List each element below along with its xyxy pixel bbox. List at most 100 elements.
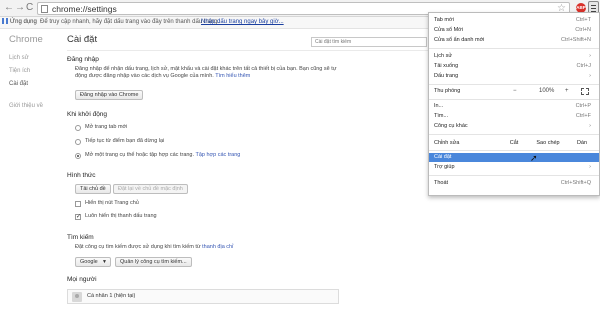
zoom-level: 100% [539, 88, 555, 94]
settings-sidebar: Chrome Lịch sử Tiện ích Cài đặt Giới thi… [0, 29, 55, 309]
settings-search-input[interactable] [311, 37, 427, 47]
reset-theme-button[interactable]: Đặt lại về chủ đề mặc định [113, 184, 188, 194]
page-icon [41, 5, 48, 13]
startup-radio-newtab[interactable] [75, 125, 81, 131]
forward-arrow-icon[interactable]: → [15, 2, 25, 14]
menu-label: Cửa sổ Mới [434, 27, 463, 33]
menu-label: In... [434, 103, 444, 109]
apps-label: Ứng dụng [10, 19, 37, 25]
menu-item-settings[interactable]: Cài đặt [429, 153, 599, 162]
cut-button[interactable]: Cắt [499, 138, 529, 148]
startup-heading: Khi khởi động [67, 111, 108, 118]
menu-shortcut: Ctrl+Shift+Q [560, 180, 591, 186]
chrome-menu: Tab mới Ctrl+T Cửa sổ Mới Ctrl+N Cửa sổ ẩn… [428, 12, 600, 196]
menu-label: Tìm... [434, 113, 449, 119]
menu-item-find[interactable]: Tìm... Ctrl+F [429, 112, 599, 121]
copy-button[interactable]: Sao chép [530, 138, 566, 148]
fullscreen-corner [586, 88, 589, 91]
bookmarks-hint: Để truy cập nhanh, hãy đặt dấu trang vào… [40, 19, 220, 25]
menu-label: Lịch sử [434, 53, 453, 59]
back-arrow-icon[interactable]: ← [4, 2, 14, 14]
submenu-arrow-icon: › [589, 73, 591, 79]
person-list[interactable]: Cá nhân 1 (hiện tại) [67, 289, 339, 304]
startup-option-specific: Mở một trang cụ thể hoặc tập hợp các tra… [85, 152, 240, 159]
signin-button[interactable]: Đăng nhập vào Chrome [75, 90, 144, 100]
menu-label: Công cụ khác [434, 123, 468, 129]
signin-description: Đăng nhập để nhận dấu trang, lịch sử, mậ… [75, 66, 345, 80]
menu-item-more-tools[interactable]: Công cụ khác › [429, 122, 599, 131]
menu-item-print[interactable]: In... Ctrl+P [429, 102, 599, 111]
sidebar-item-history[interactable]: Lịch sử [9, 55, 29, 61]
address-url[interactable]: chrome://settings [52, 3, 117, 15]
submenu-arrow-icon: › [589, 53, 591, 59]
menu-shortcut: Ctrl+J [576, 63, 591, 69]
menu-label: Cửa sổ ẩn danh mới [434, 37, 485, 43]
search-description: Đặt công cụ tìm kiếm được sử dụng khi tì… [75, 244, 233, 251]
menu-item-help[interactable]: Trợ giúp › [429, 163, 599, 172]
get-themes-button[interactable]: Tải chủ đề [75, 184, 111, 194]
menu-separator [429, 134, 599, 135]
show-home-checkbox[interactable] [75, 201, 81, 207]
menu-item-new-tab[interactable]: Tab mới Ctrl+T [429, 16, 599, 25]
menu-separator [429, 150, 599, 151]
fullscreen-corner [586, 92, 589, 95]
show-bookmarks-checkbox[interactable]: ✓ [75, 214, 81, 220]
startup-radio-continue[interactable] [75, 139, 81, 145]
startup-radio-specific[interactable] [75, 153, 81, 159]
menu-item-zoom: Thu phóng − 100% + [429, 87, 599, 96]
zoom-out-button[interactable]: − [513, 87, 517, 96]
chevron-down-icon: ▼ [102, 259, 107, 265]
learn-more-link[interactable]: Tìm hiểu thêm [215, 73, 250, 79]
menu-label: Tab mới [434, 17, 454, 23]
show-home-label: Hiển thị nút Trang chủ [85, 200, 139, 206]
manage-search-engines-button[interactable]: Quản lý công cụ tìm kiếm... [115, 257, 192, 267]
menu-item-history[interactable]: Lịch sử › [429, 52, 599, 61]
set-pages-link[interactable]: Tập hợp các trang [195, 152, 240, 158]
sidebar-item-settings[interactable]: Cài đặt [9, 81, 28, 87]
import-bookmarks-link[interactable]: Nhập dấu trang ngay bây giờ... [201, 17, 284, 28]
menu-label: Chỉnh sửa [434, 140, 460, 146]
sidebar-item-about[interactable]: Giới thiệu về [9, 103, 43, 109]
submenu-arrow-icon: › [589, 123, 591, 129]
signin-line2: được đăng nhập vào các dịch vụ Google củ… [88, 73, 214, 79]
sidebar-item-extensions[interactable]: Tiện ích [9, 68, 30, 74]
search-engine-value: Google [80, 259, 98, 265]
menu-item-new-window[interactable]: Cửa sổ Mới Ctrl+N [429, 26, 599, 35]
startup-option-newtab: Mở trang tab mới [85, 124, 128, 130]
fullscreen-icon[interactable] [581, 88, 589, 95]
apps-grid-icon [2, 18, 8, 24]
menu-separator [429, 84, 599, 85]
menu-shortcut: Ctrl+P [575, 103, 591, 109]
startup-option-specific-label: Mở một trang cụ thể hoặc tập hợp các tra… [85, 152, 195, 158]
menu-item-bookmarks[interactable]: Dấu trang › [429, 72, 599, 81]
startup-option-continue: Tiếp tục từ điểm bạn đã dừng lại [85, 138, 165, 144]
people-heading: Mọi người [67, 276, 97, 283]
person-name: Cá nhân 1 (hiện tại) [87, 293, 136, 299]
menu-bar-line [591, 5, 596, 6]
show-bookmarks-label: Luôn hiển thị thanh dấu trang [85, 213, 157, 219]
menu-item-exit[interactable]: Thoát Ctrl+Shift+Q [429, 179, 599, 188]
search-desc-text: Đặt công cụ tìm kiếm được sử dụng khi tì… [75, 244, 201, 250]
fullscreen-corner [581, 92, 584, 95]
menu-shortcut: Ctrl+F [575, 113, 591, 119]
submenu-arrow-icon: › [589, 164, 591, 170]
menu-shortcut: Ctrl+N [575, 27, 591, 33]
menu-label: Trợ giúp [434, 164, 455, 170]
menu-separator [429, 175, 599, 176]
menu-item-incognito[interactable]: Cửa sổ ẩn danh mới Ctrl+Shift+N [429, 36, 599, 45]
menu-separator [429, 48, 599, 49]
omnibox-link[interactable]: thanh địa chỉ [202, 244, 233, 250]
paste-button[interactable]: Dán [567, 138, 597, 148]
menu-separator [429, 99, 599, 100]
menu-label: Thu phóng [434, 88, 461, 94]
menu-shortcut: Ctrl+T [575, 17, 591, 23]
fullscreen-corner [581, 88, 584, 91]
apps-shortcut[interactable]: Ứng dụng [2, 17, 37, 28]
page-title: Cài đặt [67, 34, 98, 45]
zoom-in-button[interactable]: + [565, 87, 569, 96]
reload-icon[interactable]: C [26, 2, 33, 14]
menu-bar-line [591, 8, 596, 9]
search-engine-select[interactable]: Google ▼ [75, 257, 111, 267]
menu-item-downloads[interactable]: Tải xuống Ctrl+J [429, 62, 599, 71]
sidebar-title: Chrome [9, 34, 43, 45]
